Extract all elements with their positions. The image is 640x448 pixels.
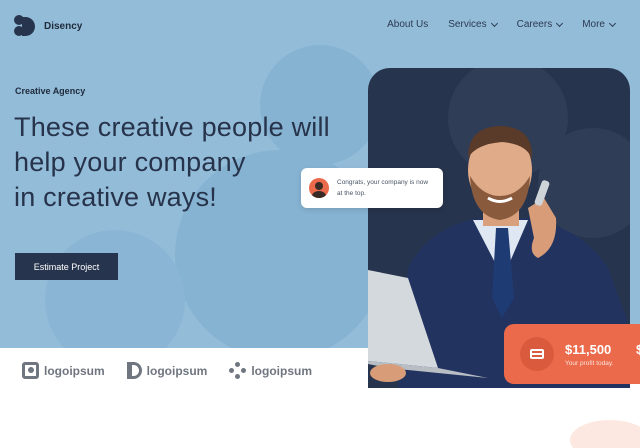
nav-item-more[interactable]: More (582, 19, 617, 30)
credit-card-icon (520, 337, 554, 371)
brand-logo-icon (14, 15, 36, 37)
client-logo: logoipsum (229, 362, 312, 379)
nav-item-services[interactable]: Services (448, 19, 498, 30)
chevron-down-icon (490, 19, 498, 27)
estimate-project-button[interactable]: Estimate Project (15, 253, 118, 280)
nav-item-about-us[interactable]: About Us (387, 19, 428, 30)
brand-name: Disency (44, 20, 83, 32)
profit-amount-clipped: $ (636, 342, 640, 357)
nav-item-label: Careers (516, 19, 553, 30)
client-logo: logoipsum (22, 362, 105, 379)
chevron-down-icon (556, 19, 564, 27)
logo-dots-icon (229, 362, 247, 379)
nav-item-label: More (582, 19, 605, 30)
client-logo-text: logoipsum (44, 363, 105, 378)
nav-item-careers[interactable]: Careers (516, 19, 564, 30)
top-navigation: Disency About Us Services Careers More (0, 0, 640, 50)
logo-d-icon (126, 362, 142, 379)
hero-eyebrow: Creative Agency (15, 86, 86, 96)
client-logo-text: logoipsum (251, 363, 313, 378)
client-logos: logoipsum logoipsum logoipsum (22, 362, 312, 379)
chevron-down-icon (608, 19, 617, 27)
headline-line: These creative people will (14, 112, 330, 142)
notification-text: Congrats, your company is now at the top… (337, 179, 429, 197)
nav-item-label: About Us (387, 19, 429, 30)
nav-item-label: Services (448, 19, 487, 30)
profit-caption: Your profit today. (565, 359, 614, 367)
client-logo: logoipsum (126, 362, 208, 379)
decorative-blob (570, 420, 640, 448)
profit-card: $11,500 Your profit today. (504, 324, 640, 384)
logo-square-icon (22, 362, 39, 379)
avatar (309, 178, 329, 198)
profit-amount: $11,500 (565, 341, 612, 357)
brand-logo[interactable]: Disency (14, 15, 82, 37)
client-logo-text: logoipsum (146, 363, 208, 378)
decorative-circle (45, 230, 185, 348)
notification-card: Congrats, your company is now at the top… (301, 168, 443, 208)
nav-menu: About Us Services Careers More (387, 19, 617, 30)
